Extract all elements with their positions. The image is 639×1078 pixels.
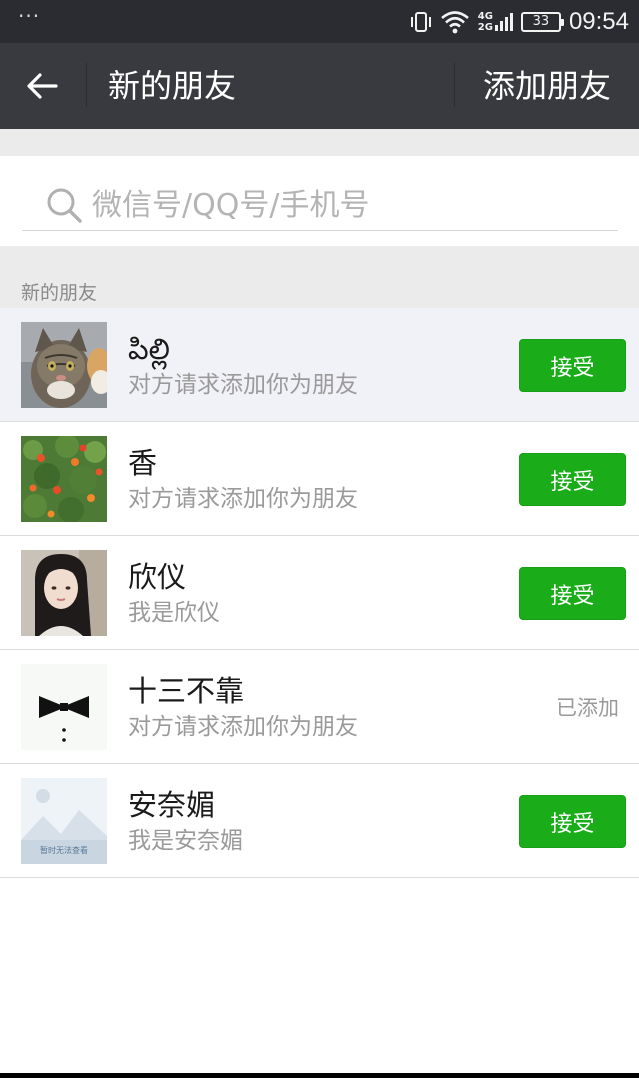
network-4g-label: 4G xyxy=(477,10,493,22)
friend-row[interactable]: 香 对方请求添加你为朋友 接受 xyxy=(0,422,639,536)
search-icon xyxy=(47,188,82,223)
title-divider-left xyxy=(86,63,87,107)
avatar-cat xyxy=(21,322,107,408)
back-button[interactable] xyxy=(14,61,70,111)
arrow-left-icon xyxy=(27,73,58,99)
title-divider-right xyxy=(454,63,455,107)
friend-message: 对方请求添加你为朋友 xyxy=(128,714,358,740)
accept-button[interactable]: 接受 xyxy=(519,567,626,620)
clock: 09:54 xyxy=(568,7,629,35)
bottom-edge xyxy=(0,1073,639,1078)
add-friend-button[interactable]: 添加朋友 xyxy=(483,65,611,107)
vibrate-icon xyxy=(410,11,431,32)
search-field[interactable] xyxy=(22,180,618,231)
avatar-bowtie xyxy=(21,664,107,750)
accept-button[interactable]: 接受 xyxy=(519,339,626,392)
accept-button[interactable]: 接受 xyxy=(519,795,626,848)
friend-name: 香 xyxy=(128,446,158,480)
search-bar xyxy=(0,156,639,246)
added-status: 已添加 xyxy=(556,696,619,720)
battery-icon: 33 xyxy=(520,11,564,32)
avatar-girl xyxy=(21,550,107,636)
plant-photo-icon xyxy=(21,436,107,522)
section-header: 新的朋友 xyxy=(0,246,639,308)
top-spacer xyxy=(0,129,639,156)
title-bar: 新的朋友 添加朋友 xyxy=(0,43,639,129)
avatar-plant xyxy=(21,436,107,522)
signal-icon xyxy=(494,12,513,31)
friend-list: పిల్లి 对方请求添加你为朋友 接受 香 对方请求添加你为朋友 接受 欣仪 … xyxy=(0,308,639,878)
friend-message: 我是欣仪 xyxy=(128,600,220,626)
wifi-icon xyxy=(440,10,469,33)
network-2g-label: 2G xyxy=(477,21,493,33)
accept-button[interactable]: 接受 xyxy=(519,453,626,506)
battery-level: 33 xyxy=(532,14,550,29)
cat-photo-icon xyxy=(21,322,107,408)
friend-message: 对方请求添加你为朋友 xyxy=(128,372,358,398)
friend-row[interactable]: పిల్లి 对方请求添加你为朋友 接受 xyxy=(0,308,639,422)
portrait-photo-icon xyxy=(21,550,107,636)
friend-row[interactable]: 十三不靠 对方请求添加你为朋友 已添加 xyxy=(0,650,639,764)
friend-message: 对方请求添加你为朋友 xyxy=(128,486,358,512)
section-label: 新的朋友 xyxy=(21,282,98,304)
friend-row[interactable]: 暂时无法查看 安奈媚 我是安奈媚 接受 xyxy=(0,764,639,878)
friend-name: 欣仪 xyxy=(128,560,187,594)
friend-name: 安奈媚 xyxy=(128,788,216,822)
friend-row[interactable]: 欣仪 我是欣仪 接受 xyxy=(0,536,639,650)
image-unavailable-icon: 暂时无法查看 xyxy=(21,778,107,864)
placeholder-caption: 暂时无法查看 xyxy=(40,845,88,855)
notification-dots-icon: ··· xyxy=(18,4,41,28)
network-type: 4G 2G xyxy=(478,11,513,33)
status-bar: ··· 4G 2G 33 09:54 xyxy=(0,0,639,43)
bowtie-icon xyxy=(21,664,107,750)
status-indicators: 4G 2G 33 09:54 xyxy=(410,0,629,43)
friend-name: పిల్లి xyxy=(128,332,170,366)
friend-name: 十三不靠 xyxy=(128,674,245,708)
friend-message: 我是安奈媚 xyxy=(128,828,243,854)
search-input[interactable] xyxy=(92,187,582,223)
page-title: 新的朋友 xyxy=(108,67,237,105)
avatar-placeholder: 暂时无法查看 xyxy=(21,778,107,864)
